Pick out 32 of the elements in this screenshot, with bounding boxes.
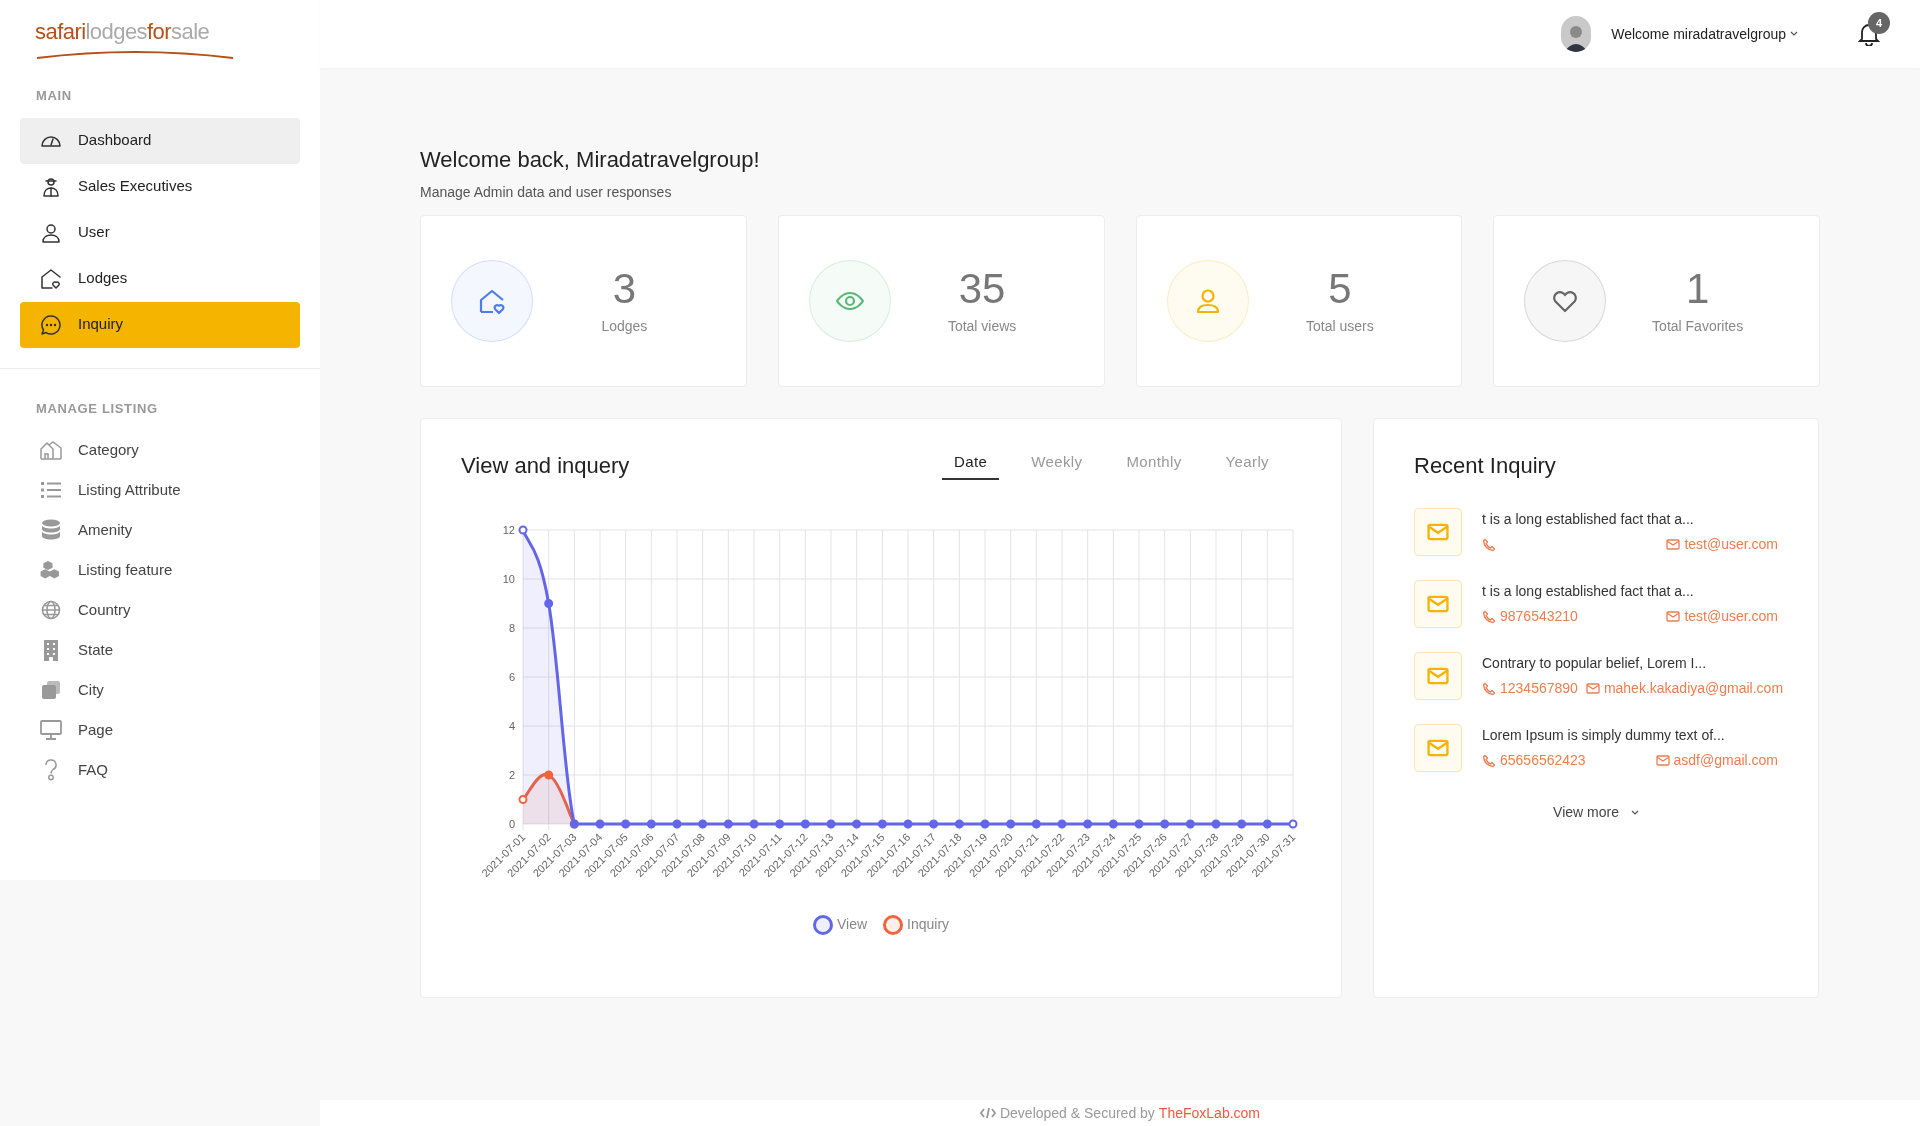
inquiry-phone: 9876543210 [1500,607,1578,626]
stat-value: 35 [958,265,1006,312]
y-tick-label: 2 [508,769,515,781]
inquiry-message: Contrary to popular belief, Lorem I... [1482,654,1708,673]
inquiry-message: t is a long established fact that a... [1482,582,1695,601]
footer-text: Developed & Secured by [999,1103,1155,1123]
stat-value: 5 [1328,265,1352,312]
stat-label: Total views [947,316,1017,336]
page-subtitle: Manage Admin data and user responses [420,183,673,202]
page-title: Welcome back, Miradatravelgroup! [420,146,761,174]
panel-title: Recent Inquiry [1414,452,1557,480]
y-tick-label: 6 [508,671,515,683]
y-tick-label: 10 [502,573,515,585]
chart-title: View and inquery [461,452,630,480]
inquiry-message: t is a long established fact that a... [1482,510,1695,529]
inquiry-message: Lorem Ipsum is simply dummy text of... [1482,726,1726,745]
notification-badge: 4 [1868,12,1890,34]
y-tick-label: 4 [508,720,515,732]
legend-label: Inquiry [907,915,950,934]
legend-label: View [836,915,868,934]
inquiry-phone: 65656562423 [1500,751,1586,770]
section-heading: MAIN [35,87,73,105]
stat-label: Total users [1306,316,1374,336]
stat-value: 1 [1685,265,1710,312]
stat-label: Total Favorites [1652,316,1744,336]
stat-label: Lodges [601,316,648,336]
section-heading: MANAGE LISTING [35,399,159,418]
stat-value: 3 [612,265,637,312]
y-tick-label: 12 [502,524,515,536]
y-tick-label: 0 [508,818,515,830]
y-tick-label: 8 [508,622,515,634]
inquiry-phone: 1234567890 [1500,679,1578,698]
